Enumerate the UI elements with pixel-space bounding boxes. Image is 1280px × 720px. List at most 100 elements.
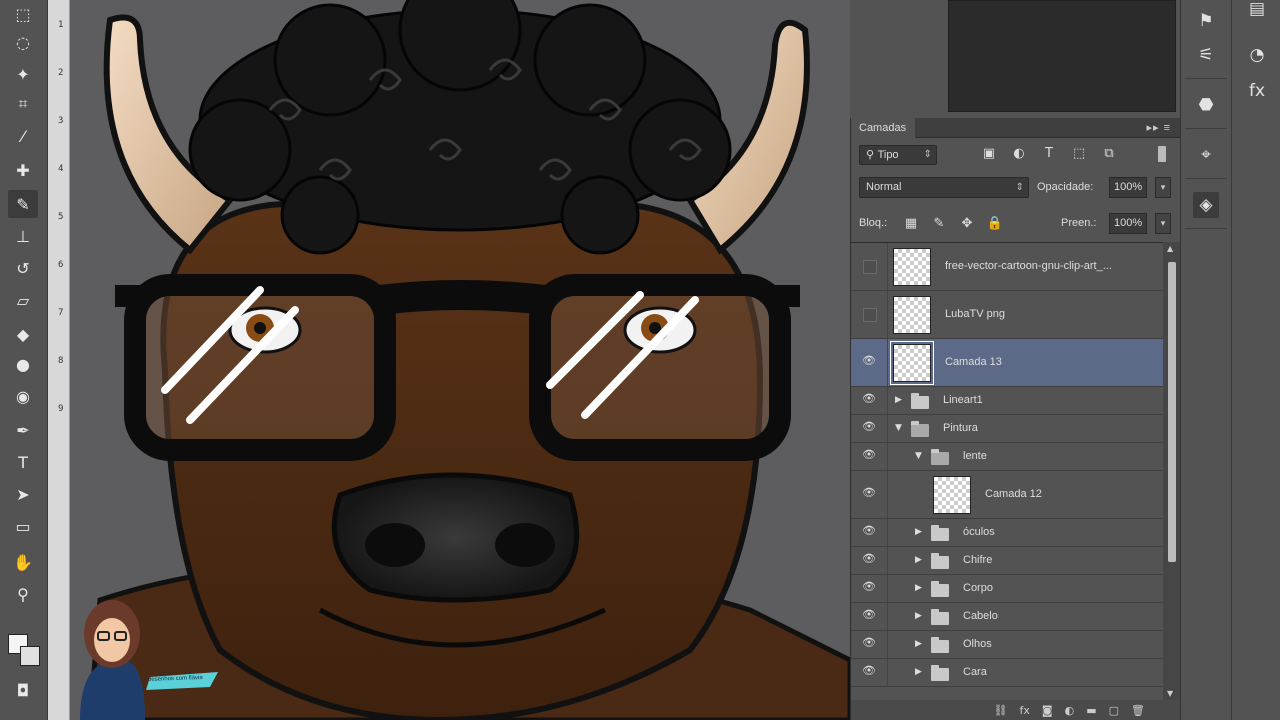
- lasso-tool-icon[interactable]: ◌: [8, 28, 38, 56]
- brush-preset-icon[interactable]: ⚑: [1193, 8, 1219, 34]
- visibility-eye-icon[interactable]: 👁: [859, 420, 879, 438]
- pen-tool-icon[interactable]: ✒: [8, 416, 38, 444]
- add-mask-icon[interactable]: ◙: [1042, 704, 1053, 717]
- layer-row[interactable]: 👁 ▶ óculos: [851, 519, 1163, 547]
- lock-position-icon[interactable]: ✥: [957, 214, 977, 234]
- collapse-triangle-icon[interactable]: ▼: [895, 423, 902, 433]
- layer-row[interactable]: 👁 ▶ Olhos: [851, 631, 1163, 659]
- group-name[interactable]: Corpo: [963, 582, 993, 594]
- lock-transparent-icon[interactable]: ▦: [901, 214, 921, 234]
- brush-tool-icon[interactable]: ✎: [8, 190, 38, 218]
- layer-row[interactable]: 👁 ▼ lente: [851, 443, 1163, 471]
- zoom-tool-icon[interactable]: ⚲: [8, 580, 38, 608]
- brush-settings-icon[interactable]: ⚟: [1193, 42, 1219, 68]
- layer-list-scrollbar[interactable]: ▲ ▼: [1163, 242, 1181, 700]
- layer-row[interactable]: free-vector-cartoon-gnu-clip-art_...: [851, 243, 1163, 291]
- layer-name[interactable]: Camada 12: [985, 488, 1042, 500]
- background-color-swatch[interactable]: [20, 646, 40, 666]
- document-canvas[interactable]: desenhos com flávia: [70, 0, 850, 720]
- scroll-up-icon[interactable]: ▲: [1167, 244, 1173, 253]
- link-layers-icon[interactable]: ⛓: [994, 704, 1008, 717]
- group-name[interactable]: óculos: [963, 526, 995, 538]
- paint-bucket-tool-icon[interactable]: ◆: [8, 320, 38, 348]
- visibility-toggle-box[interactable]: [863, 308, 877, 322]
- visibility-eye-icon[interactable]: 👁: [859, 524, 879, 542]
- visibility-eye-icon[interactable]: 👁: [859, 392, 879, 410]
- blend-mode-select[interactable]: Normal: [859, 177, 1029, 198]
- layer-name[interactable]: LubaTV png: [945, 308, 1005, 320]
- adjustment-filter-icon[interactable]: ◐: [1009, 144, 1029, 164]
- lock-all-icon[interactable]: 🔒: [985, 214, 1005, 234]
- expand-triangle-icon[interactable]: ▶: [915, 667, 922, 677]
- shape-filter-icon[interactable]: ⬚: [1069, 144, 1089, 164]
- clone-stamp-tool-icon[interactable]: ⊥: [8, 222, 38, 250]
- marquee-tool-icon[interactable]: ⬚: [8, 0, 38, 28]
- layer-row[interactable]: 👁 ▶ Cara: [851, 659, 1163, 687]
- visibility-toggle-box[interactable]: [863, 260, 877, 274]
- type-filter-icon[interactable]: T: [1039, 144, 1059, 164]
- scroll-down-icon[interactable]: ▼: [1167, 689, 1173, 698]
- expand-triangle-icon[interactable]: ▶: [915, 639, 922, 649]
- collapse-triangle-icon[interactable]: ▼: [915, 451, 922, 461]
- layer-row[interactable]: 👁 ▼ Pintura: [851, 415, 1163, 443]
- dodge-tool-icon[interactable]: ◉: [8, 382, 38, 410]
- scrollbar-thumb[interactable]: [1168, 262, 1176, 562]
- expand-triangle-icon[interactable]: ▶: [915, 527, 922, 537]
- expand-triangle-icon[interactable]: ▶: [895, 395, 902, 405]
- group-name[interactable]: Olhos: [963, 638, 992, 650]
- path-icon[interactable]: ⌖: [1193, 142, 1219, 168]
- filter-toggle-switch[interactable]: [1158, 146, 1166, 162]
- lock-pixels-icon[interactable]: ✎: [929, 214, 949, 234]
- adjustments-icon[interactable]: ◔: [1244, 42, 1270, 68]
- styles-icon[interactable]: fx: [1244, 78, 1270, 104]
- blur-tool-icon[interactable]: ●: [8, 350, 38, 378]
- visibility-eye-icon[interactable]: 👁: [859, 580, 879, 598]
- hand-tool-icon[interactable]: ✋: [8, 548, 38, 576]
- type-tool-icon[interactable]: T: [8, 448, 38, 476]
- visibility-eye-icon[interactable]: 👁: [859, 608, 879, 626]
- visibility-eye-icon[interactable]: 👁: [859, 664, 879, 682]
- layer-row[interactable]: 👁 ▶ Corpo: [851, 575, 1163, 603]
- layer-name[interactable]: free-vector-cartoon-gnu-clip-art_...: [945, 260, 1112, 272]
- visibility-eye-icon[interactable]: 👁: [859, 448, 879, 466]
- rectangle-tool-icon[interactable]: ▭: [8, 512, 38, 540]
- expand-triangle-icon[interactable]: ▶: [915, 555, 922, 565]
- layer-row[interactable]: 👁 ▶ Chifre: [851, 547, 1163, 575]
- magic-wand-tool-icon[interactable]: ✦: [8, 60, 38, 88]
- visibility-eye-icon[interactable]: 👁: [859, 354, 879, 372]
- crop-tool-icon[interactable]: ⌗: [8, 90, 38, 118]
- spot-healing-tool-icon[interactable]: ✚: [8, 156, 38, 184]
- expand-triangle-icon[interactable]: ▶: [915, 611, 922, 621]
- eraser-tool-icon[interactable]: ▱: [8, 286, 38, 314]
- fill-input[interactable]: 100%: [1109, 213, 1147, 234]
- layer-row[interactable]: 👁 Camada 13: [851, 339, 1163, 387]
- visibility-eye-icon[interactable]: 👁: [859, 552, 879, 570]
- layer-filter-select[interactable]: ⚲ Tipo: [859, 145, 937, 165]
- delete-layer-icon[interactable]: 🗑: [1131, 704, 1145, 717]
- visibility-eye-icon[interactable]: 👁: [859, 636, 879, 654]
- opacity-input[interactable]: 100%: [1109, 177, 1147, 198]
- layers-icon[interactable]: ◈: [1193, 192, 1219, 218]
- opacity-dropdown[interactable]: ▾: [1155, 177, 1171, 198]
- expand-triangle-icon[interactable]: ▶: [915, 583, 922, 593]
- group-name[interactable]: Pintura: [943, 422, 978, 434]
- group-name[interactable]: lente: [963, 450, 987, 462]
- group-name[interactable]: Cara: [963, 666, 987, 678]
- layer-row[interactable]: LubaTV png: [851, 291, 1163, 339]
- adjustment-layer-icon[interactable]: ◐: [1065, 704, 1075, 717]
- image-filter-icon[interactable]: ▣: [979, 144, 999, 164]
- color-icon[interactable]: ⬣: [1193, 92, 1219, 118]
- group-name[interactable]: Cabelo: [963, 610, 998, 622]
- layer-name[interactable]: Camada 13: [945, 356, 1002, 368]
- group-name[interactable]: Lineart1: [943, 394, 983, 406]
- layer-row[interactable]: 👁 ▶ Lineart1: [851, 387, 1163, 415]
- new-group-icon[interactable]: ▬: [1086, 704, 1096, 717]
- smart-object-filter-icon[interactable]: ⧉: [1099, 144, 1119, 164]
- visibility-eye-icon[interactable]: 👁: [859, 486, 879, 504]
- quick-mask-icon[interactable]: ◘: [8, 676, 38, 704]
- new-layer-icon[interactable]: ▢: [1109, 704, 1119, 717]
- tab-layers[interactable]: Camadas: [851, 118, 915, 138]
- group-name[interactable]: Chifre: [963, 554, 992, 566]
- fill-dropdown[interactable]: ▾: [1155, 213, 1171, 234]
- fx-icon[interactable]: fx: [1020, 704, 1030, 717]
